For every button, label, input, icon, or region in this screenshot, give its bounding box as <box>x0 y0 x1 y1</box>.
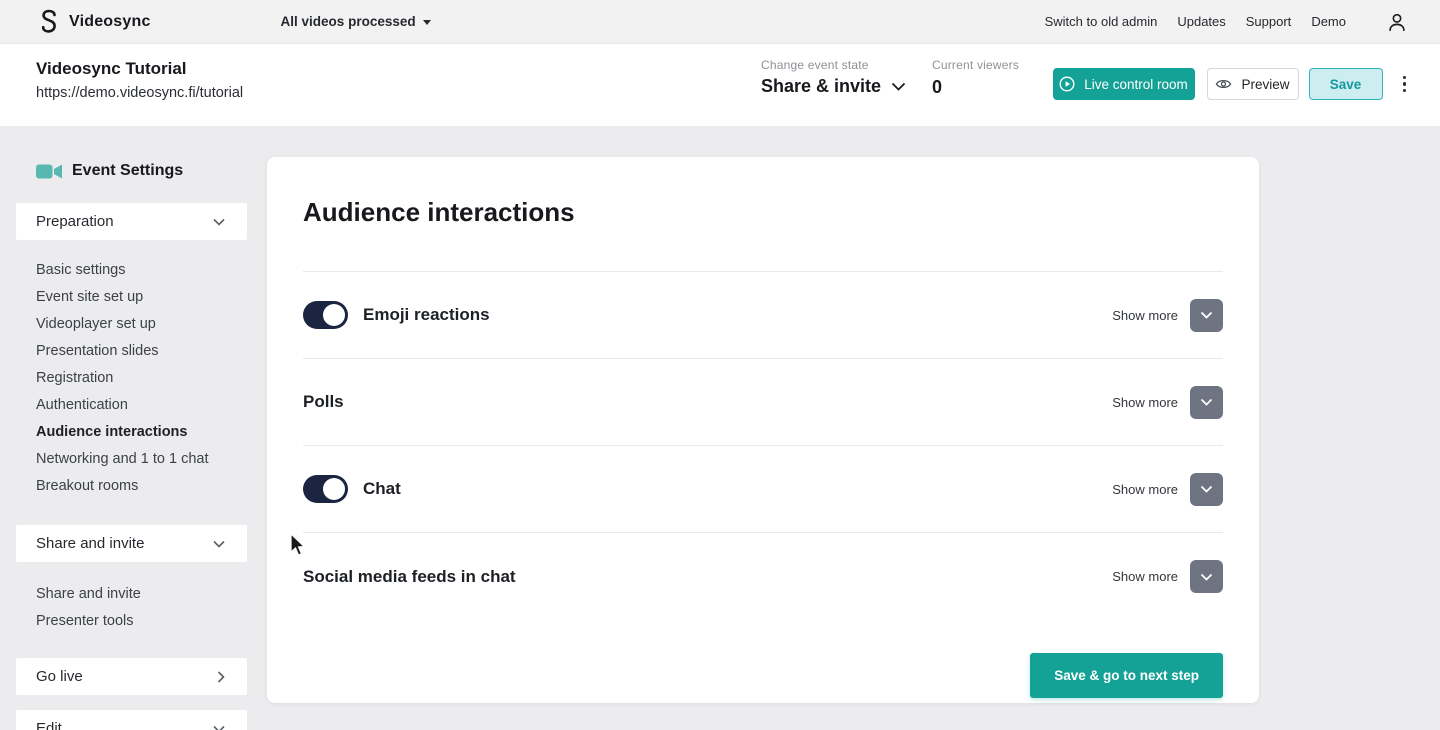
event-title: Videosync Tutorial <box>36 59 187 78</box>
sidebar-item-breakout-rooms[interactable]: Breakout rooms <box>36 472 247 499</box>
brand-name: Videosync <box>69 12 151 30</box>
show-more-button[interactable] <box>1190 472 1223 506</box>
save-label: Save <box>1329 76 1362 92</box>
sidebar-item-networking[interactable]: Networking and 1 to 1 chat <box>36 445 247 472</box>
chevron-down-icon <box>1200 311 1213 319</box>
live-control-room-label: Live control room <box>1084 76 1188 92</box>
chevron-down-icon <box>213 218 225 226</box>
feature-label: Social media feeds in chat <box>303 566 516 586</box>
feature-label: Emoji reactions <box>363 305 490 324</box>
kebab-icon <box>1402 75 1406 80</box>
preparation-items: Basic settings Event site set up Videopl… <box>16 240 247 499</box>
video-camera-icon <box>36 164 62 178</box>
brand[interactable]: Videosync <box>38 9 151 35</box>
audience-interactions-card: Audience interactions Emoji reactions Sh… <box>267 157 1259 703</box>
event-header: Videosync Tutorial https://demo.videosyn… <box>0 44 1440 126</box>
current-viewers-label: Current viewers <box>932 58 1020 72</box>
preview-label: Preview <box>1241 76 1290 92</box>
top-links: Switch to old admin Updates Support Demo <box>1045 14 1346 29</box>
sidebar-group-edit[interactable]: Edit <box>16 710 247 730</box>
caret-down-icon <box>422 20 431 25</box>
chevron-down-icon <box>213 540 225 548</box>
chevron-down-icon <box>891 82 906 91</box>
sidebar-item-videoplayer-set-up[interactable]: Videoplayer set up <box>36 310 247 337</box>
preview-button[interactable]: Preview <box>1206 68 1299 100</box>
sidebar-item-basic-settings[interactable]: Basic settings <box>36 256 247 283</box>
show-more-button[interactable] <box>1190 385 1223 419</box>
link-support[interactable]: Support <box>1246 14 1292 29</box>
videosync-logo-icon <box>41 9 56 33</box>
feature-row-polls: Polls Show more <box>303 359 1223 446</box>
show-more-label[interactable]: Show more <box>1112 395 1178 410</box>
top-bar: Videosync All videos processed Switch to… <box>0 0 1440 44</box>
sidebar-item-event-site-set-up[interactable]: Event site set up <box>36 283 247 310</box>
save-and-next-step-button[interactable]: Save & go to next step <box>1030 653 1223 698</box>
chevron-down-icon <box>213 725 225 730</box>
link-updates[interactable]: Updates <box>1177 14 1225 29</box>
sidebar-item-registration[interactable]: Registration <box>36 364 247 391</box>
feature-row-emoji-reactions: Emoji reactions Show more <box>303 272 1223 359</box>
feature-row-chat: Chat Show more <box>303 446 1223 533</box>
videos-status-label: All videos processed <box>280 14 416 29</box>
settings-sidebar: Event Settings Preparation Basic setting… <box>16 158 247 730</box>
link-demo[interactable]: Demo <box>1311 14 1346 29</box>
event-title-block: Videosync Tutorial https://demo.videosyn… <box>36 59 243 101</box>
event-state-label: Change event state <box>761 58 869 72</box>
show-more-label[interactable]: Show more <box>1112 482 1178 497</box>
event-state-dropdown[interactable]: Share & invite <box>761 76 906 97</box>
toggle-knob <box>323 304 345 326</box>
event-state-block: Change event state Share & invite <box>761 58 906 97</box>
person-icon <box>1389 13 1405 31</box>
current-viewers-block: Current viewers 0 <box>932 58 1019 98</box>
sidebar-item-presenter-tools[interactable]: Presenter tools <box>36 607 247 634</box>
show-more-label[interactable]: Show more <box>1112 308 1178 323</box>
share-invite-items: Share and invite Presenter tools <box>16 562 247 634</box>
sidebar-title: Event Settings <box>16 158 247 184</box>
emoji-reactions-toggle[interactable] <box>303 301 348 329</box>
sidebar-group-go-live[interactable]: Go live <box>16 658 247 695</box>
sidebar-item-presentation-slides[interactable]: Presentation slides <box>36 337 247 364</box>
header-actions: Live control room Preview Save <box>1052 68 1413 100</box>
toggle-knob <box>323 478 345 500</box>
show-more-button[interactable] <box>1190 560 1223 593</box>
chevron-right-icon <box>217 670 225 683</box>
play-circle-icon <box>1059 76 1075 92</box>
event-state-value: Share & invite <box>761 76 882 96</box>
save-button[interactable]: Save <box>1308 68 1383 100</box>
event-url: https://demo.videosync.fi/tutorial <box>36 85 244 101</box>
sidebar-item-authentication[interactable]: Authentication <box>36 391 247 418</box>
chevron-down-icon <box>1200 485 1213 493</box>
more-options-button[interactable] <box>1397 70 1413 99</box>
sidebar-item-share-and-invite[interactable]: Share and invite <box>36 580 247 607</box>
chevron-down-icon <box>1200 398 1213 406</box>
user-account-button[interactable] <box>1386 11 1408 33</box>
show-more-label[interactable]: Show more <box>1112 569 1178 584</box>
page-title: Audience interactions <box>303 197 575 227</box>
show-more-button[interactable] <box>1190 298 1223 332</box>
chevron-down-icon <box>1200 573 1213 581</box>
sidebar-item-audience-interactions[interactable]: Audience interactions <box>36 418 247 445</box>
feature-label: Polls <box>303 392 344 411</box>
sidebar-group-share-and-invite[interactable]: Share and invite <box>16 525 247 562</box>
main-area: Event Settings Preparation Basic setting… <box>0 126 1440 730</box>
live-control-room-button[interactable]: Live control room <box>1052 68 1195 100</box>
eye-icon <box>1216 79 1232 89</box>
feature-row-social-media-feeds: Social media feeds in chat Show more <box>303 533 1223 620</box>
videos-status-dropdown[interactable]: All videos processed <box>281 14 431 29</box>
chat-toggle[interactable] <box>303 475 348 503</box>
sidebar-group-preparation[interactable]: Preparation <box>16 203 247 240</box>
current-viewers-count: 0 <box>932 77 943 97</box>
link-switch-old-admin[interactable]: Switch to old admin <box>1045 14 1158 29</box>
feature-label: Chat <box>363 479 401 498</box>
